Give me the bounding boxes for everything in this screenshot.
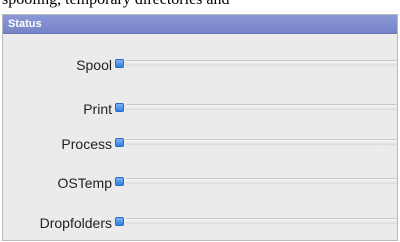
status-panel: Status Spool Print Process OSTemp Dropfo… xyxy=(2,14,398,241)
row-label: Process xyxy=(61,136,112,152)
status-row-ostemp: OSTemp xyxy=(3,173,397,193)
status-indicator-icon xyxy=(115,217,124,226)
status-indicator-icon xyxy=(115,177,124,186)
status-bar-track xyxy=(126,60,397,67)
row-label: OSTemp xyxy=(57,175,112,191)
status-bar-track xyxy=(126,218,397,225)
status-row-print: Print xyxy=(3,99,397,119)
status-bar-track xyxy=(126,139,397,146)
status-bar-track xyxy=(126,178,397,185)
panel-title: Status xyxy=(3,15,397,34)
cropped-text-strip: spooling, temporary directories and xyxy=(0,0,400,14)
status-indicator-icon xyxy=(115,59,124,68)
row-label: Spool xyxy=(76,57,112,73)
status-bar-track xyxy=(126,104,397,111)
status-indicator-icon xyxy=(115,103,124,112)
status-indicator-icon xyxy=(115,138,124,147)
cropped-top-text: spooling, temporary directories and xyxy=(2,0,400,9)
row-label: Dropfolders xyxy=(39,215,112,231)
status-row-spool: Spool xyxy=(3,55,397,75)
row-label: Print xyxy=(83,101,112,117)
status-row-dropfolders: Dropfolders xyxy=(3,213,397,233)
status-row-process: Process xyxy=(3,134,397,154)
